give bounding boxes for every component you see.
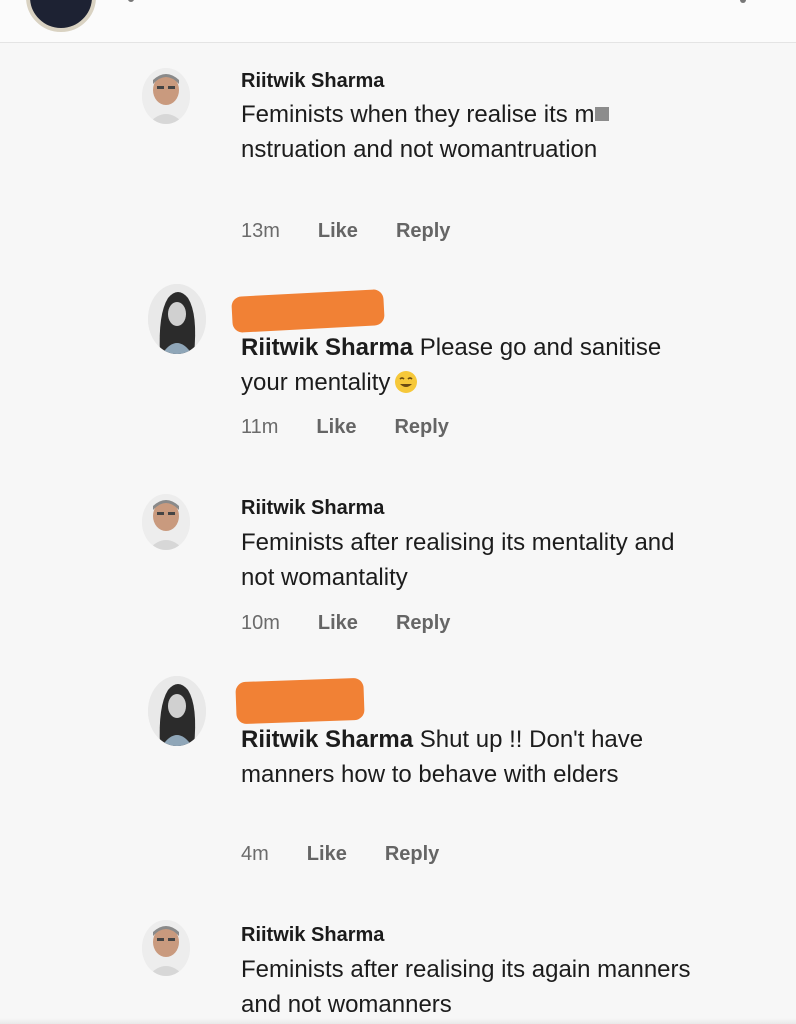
- avatar[interactable]: [142, 68, 190, 124]
- man-avatar-icon: [142, 494, 190, 550]
- comment-time: 11m: [241, 416, 279, 438]
- comment-time: 13m: [241, 220, 280, 242]
- comment-text: Riitwik Sharma Please go and sanitise yo…: [241, 330, 701, 400]
- man-avatar-icon: [142, 68, 190, 124]
- comment-text-part: Feminists when they realise its m: [241, 101, 595, 128]
- comment-meta: 13m Like Reply: [241, 220, 450, 243]
- like-button[interactable]: Like: [318, 220, 358, 243]
- reply-button[interactable]: Reply: [394, 416, 448, 439]
- mention-link[interactable]: Riitwik Sharma: [241, 726, 413, 753]
- woman-avatar-icon: [148, 676, 206, 746]
- avatar[interactable]: [142, 920, 190, 976]
- comment-text: Feminists after realising its again mann…: [241, 956, 691, 1018]
- masked-letter: [595, 107, 610, 121]
- reply-button[interactable]: Reply: [396, 612, 450, 635]
- woman-avatar-icon: [148, 284, 206, 354]
- comment-text: Feminists after realising its mentality …: [241, 529, 675, 591]
- mention-link[interactable]: Riitwik Sharma: [241, 334, 413, 361]
- comment-text: Feminists when they realise its m nstruat…: [241, 97, 701, 167]
- comment-meta: 11m Like Reply: [241, 416, 449, 439]
- comment-author[interactable]: Riitwik Sharma: [241, 924, 384, 947]
- like-button[interactable]: Like: [307, 843, 347, 866]
- top-bar: [0, 0, 796, 43]
- smiling-face-emoji-icon: [395, 371, 418, 393]
- avatar[interactable]: [142, 494, 190, 550]
- avatar[interactable]: [148, 284, 206, 354]
- reply-button[interactable]: Reply: [385, 843, 439, 866]
- like-button[interactable]: Like: [318, 612, 358, 635]
- comment-time: 10m: [241, 612, 280, 634]
- bottom-fade: [0, 1018, 796, 1024]
- comment-meta: 4m Like Reply: [241, 843, 439, 866]
- avatar[interactable]: [148, 676, 206, 746]
- man-avatar-icon: [142, 920, 190, 976]
- redacted-name: [235, 677, 365, 725]
- dot-icon: [740, 0, 746, 3]
- reply-button[interactable]: Reply: [396, 220, 450, 243]
- comment-meta: 10m Like Reply: [241, 612, 450, 635]
- comment-text: Riitwik Sharma Shut up !! Don't have man…: [241, 722, 701, 792]
- like-button[interactable]: Like: [316, 416, 356, 439]
- comment-author[interactable]: Riitwik Sharma: [241, 497, 384, 520]
- redacted-name: [231, 289, 385, 333]
- profile-avatar[interactable]: [26, 0, 96, 32]
- comment-text-part: nstruation and not womantruation: [241, 136, 598, 163]
- dot-icon: [128, 0, 134, 2]
- comment-time: 4m: [241, 843, 269, 865]
- comment-author[interactable]: Riitwik Sharma: [241, 70, 384, 93]
